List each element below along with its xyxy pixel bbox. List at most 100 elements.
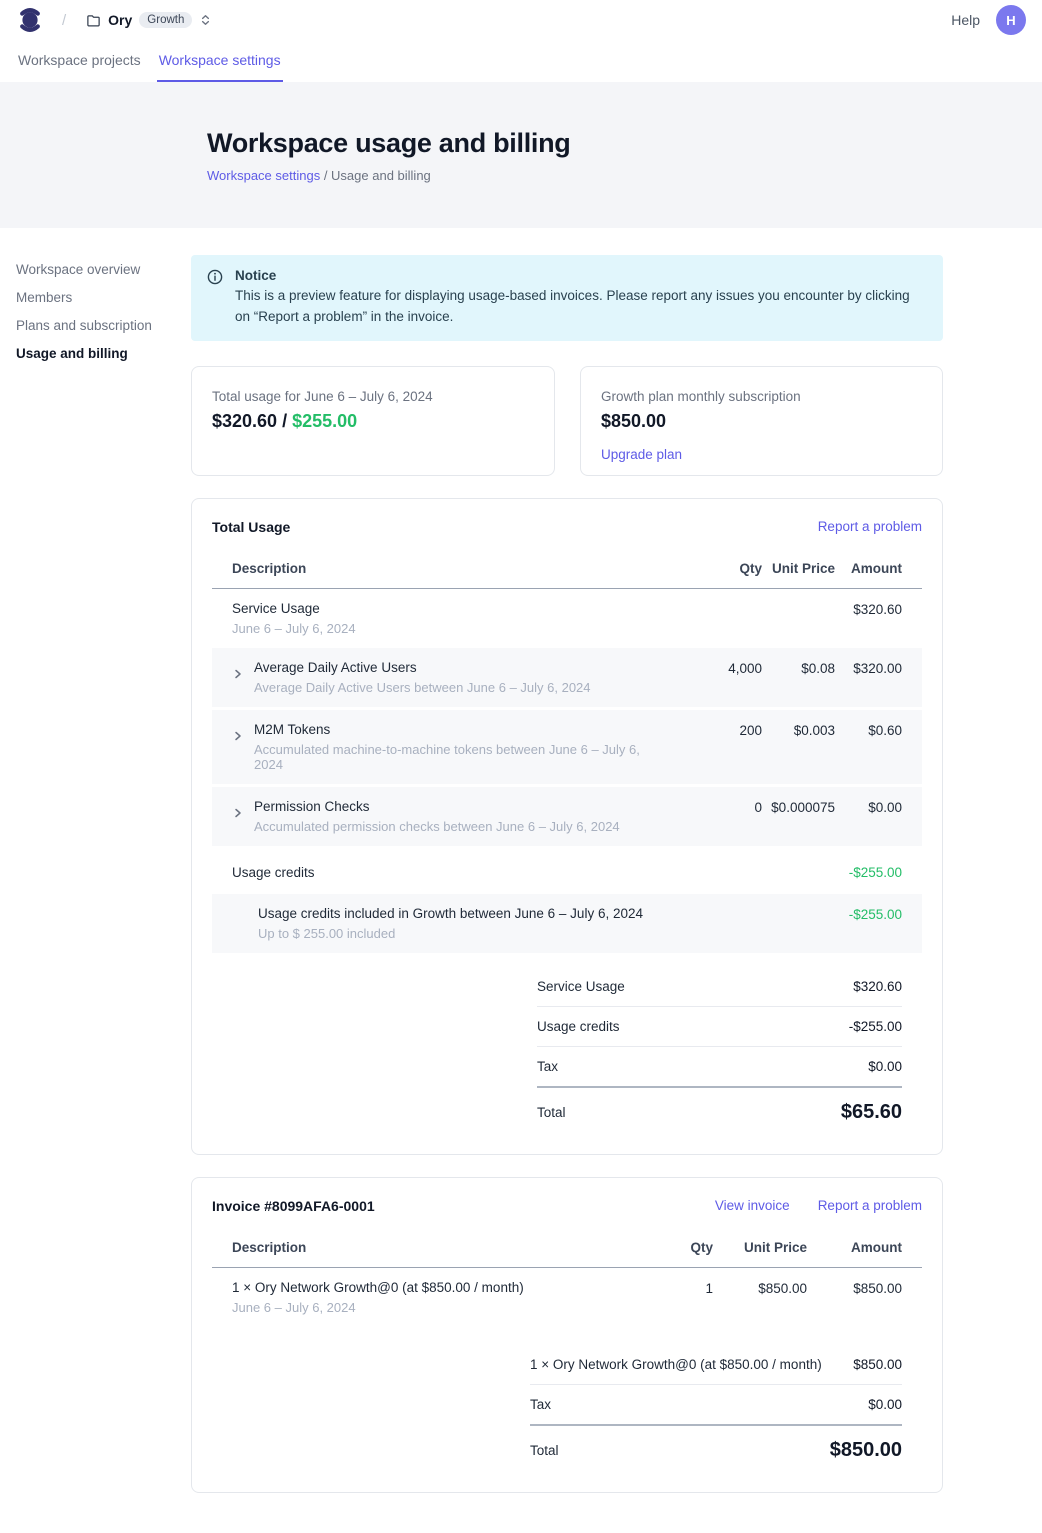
report-a-problem-link[interactable]: Report a problem [818, 1198, 922, 1213]
row-unit-price: $0.08 [762, 660, 835, 676]
row-amount: -$255.00 [835, 865, 902, 880]
invoice-table-header: Description Qty Unit Price Amount [212, 1230, 922, 1268]
usage-amount-value: $320.60 [212, 411, 277, 431]
summary-value: $850.00 [853, 1357, 902, 1372]
total-usage-label: Total usage for June 6 – July 6, 2024 [212, 389, 534, 404]
workspace-name: Ory [108, 12, 132, 28]
plan-subscription-amount: $850.00 [601, 411, 922, 432]
user-avatar[interactable]: H [996, 5, 1026, 35]
row-amount: $0.00 [835, 799, 902, 815]
notice-body: This is a preview feature for displaying… [235, 286, 925, 328]
table-row-usage-credits: Usage credits -$255.00 [212, 849, 922, 894]
tab-workspace-projects[interactable]: Workspace projects [16, 42, 143, 82]
usage-amount-separator: / [277, 411, 292, 431]
sidebar-item-members[interactable]: Members [16, 290, 191, 305]
plan-subscription-label: Growth plan monthly subscription [601, 389, 922, 404]
help-link[interactable]: Help [951, 12, 980, 28]
tab-workspace-settings[interactable]: Workspace settings [157, 42, 283, 82]
invoice-line-row: 1 × Ory Network Growth@0 (at $850.00 / m… [212, 1268, 922, 1327]
header-unit-price: Unit Price [762, 561, 835, 576]
row-subtitle: June 6 – July 6, 2024 [232, 621, 672, 636]
header-amount: Amount [807, 1240, 902, 1255]
row-subtitle: Up to $ 255.00 included [258, 926, 672, 941]
row-subtitle: Accumulated permission checks between Ju… [254, 819, 620, 834]
summary-label: Service Usage [537, 979, 625, 994]
row-qty: 200 [672, 722, 762, 738]
table-row-permission-checks[interactable]: Permission Checks Accumulated permission… [212, 787, 922, 846]
header-description: Description [232, 1240, 633, 1255]
usage-credits-value: $255.00 [292, 411, 357, 431]
row-qty: 4,000 [672, 660, 762, 676]
row-subtitle: Average Daily Active Users between June … [254, 680, 591, 695]
sidebar-item-workspace-overview[interactable]: Workspace overview [16, 262, 191, 277]
usage-table-title: Total Usage [212, 519, 290, 535]
row-amount: $0.60 [835, 722, 902, 738]
breadcrumb-current: / Usage and billing [320, 168, 431, 183]
table-row-m2m-tokens[interactable]: M2M Tokens Accumulated machine-to-machin… [212, 710, 922, 784]
invoice-title: Invoice #8099AFA6-0001 [212, 1198, 375, 1214]
sidebar-item-usage-and-billing[interactable]: Usage and billing [16, 346, 191, 361]
workspace-tabs: Workspace projects Workspace settings [0, 40, 1042, 82]
summary-row-tax: Tax $0.00 [537, 1047, 902, 1088]
row-qty: 1 [633, 1280, 713, 1296]
breadcrumb-workspace-settings-link[interactable]: Workspace settings [207, 168, 320, 183]
view-invoice-link[interactable]: View invoice [715, 1198, 790, 1213]
row-amount: $320.60 [835, 601, 902, 617]
breadcrumb-separator: / [62, 12, 66, 29]
table-row-service-usage: Service Usage June 6 – July 6, 2024 $320… [212, 589, 922, 648]
chevron-updown-icon [199, 13, 212, 27]
summary-label: Tax [530, 1397, 551, 1412]
top-bar: / Ory Growth Help H [0, 0, 1042, 40]
summary-row-service-usage: Service Usage $320.60 [537, 967, 902, 1007]
summary-row-total: Total $850.00 [530, 1426, 902, 1468]
workspace-switcher[interactable]: Ory Growth [82, 9, 216, 31]
summary-label: Tax [537, 1059, 558, 1074]
plan-subscription-card: Growth plan monthly subscription $850.00… [580, 366, 943, 476]
folder-icon [86, 13, 101, 28]
total-value: $850.00 [830, 1439, 902, 1462]
notice-banner: Notice This is a preview feature for dis… [191, 255, 943, 341]
row-title: M2M Tokens [254, 722, 672, 737]
info-icon [207, 269, 223, 285]
breadcrumb: Workspace settings / Usage and billing [207, 168, 1042, 183]
summary-value: $0.00 [868, 1397, 902, 1412]
notice-title: Notice [235, 268, 925, 283]
invoice-summary: 1 × Ory Network Growth@0 (at $850.00 / m… [530, 1345, 902, 1468]
header-amount: Amount [835, 561, 902, 576]
total-usage-card: Total usage for June 6 – July 6, 2024 $3… [191, 366, 555, 476]
row-title: Average Daily Active Users [254, 660, 591, 675]
row-unit-price: $0.003 [762, 722, 835, 738]
row-title: 1 × Ory Network Growth@0 (at $850.00 / m… [232, 1280, 633, 1295]
total-usage-amount: $320.60 / $255.00 [212, 411, 534, 432]
header-qty: Qty [672, 561, 762, 576]
settings-sidebar: Workspace overview Members Plans and sub… [0, 228, 191, 374]
row-title: Permission Checks [254, 799, 620, 814]
row-subtitle: June 6 – July 6, 2024 [232, 1300, 633, 1315]
row-title: Usage credits [232, 865, 672, 880]
ory-logo-icon[interactable] [16, 6, 44, 34]
expand-chevron-icon[interactable] [232, 730, 244, 742]
expand-chevron-icon[interactable] [232, 807, 244, 819]
table-row-average-daily-active-users[interactable]: Average Daily Active Users Average Daily… [212, 648, 922, 707]
report-a-problem-link[interactable]: Report a problem [818, 519, 922, 534]
expand-chevron-icon[interactable] [232, 668, 244, 680]
usage-summary: Service Usage $320.60 Usage credits -$25… [537, 967, 902, 1130]
page-title: Workspace usage and billing [207, 128, 1042, 159]
upgrade-plan-link[interactable]: Upgrade plan [601, 447, 682, 462]
row-qty: 0 [672, 799, 762, 815]
summary-row-usage-credits: Usage credits -$255.00 [537, 1007, 902, 1047]
row-title: Service Usage [232, 601, 672, 616]
row-amount: $320.00 [835, 660, 902, 676]
summary-row-tax: Tax $0.00 [530, 1385, 902, 1426]
sidebar-item-plans-and-subscription[interactable]: Plans and subscription [16, 318, 191, 333]
table-row-usage-credits-included: Usage credits included in Growth between… [212, 894, 922, 953]
summary-label: 1 × Ory Network Growth@0 (at $850.00 / m… [530, 1357, 822, 1372]
row-subtitle: Accumulated machine-to-machine tokens be… [254, 742, 672, 772]
total-usage-table-card: Total Usage Report a problem Description… [191, 498, 943, 1155]
summary-value: $320.60 [853, 979, 902, 994]
row-amount: $850.00 [807, 1280, 902, 1296]
summary-label: Usage credits [537, 1019, 620, 1034]
header-unit-price: Unit Price [713, 1240, 807, 1255]
total-label: Total [530, 1443, 559, 1458]
total-label: Total [537, 1105, 566, 1120]
